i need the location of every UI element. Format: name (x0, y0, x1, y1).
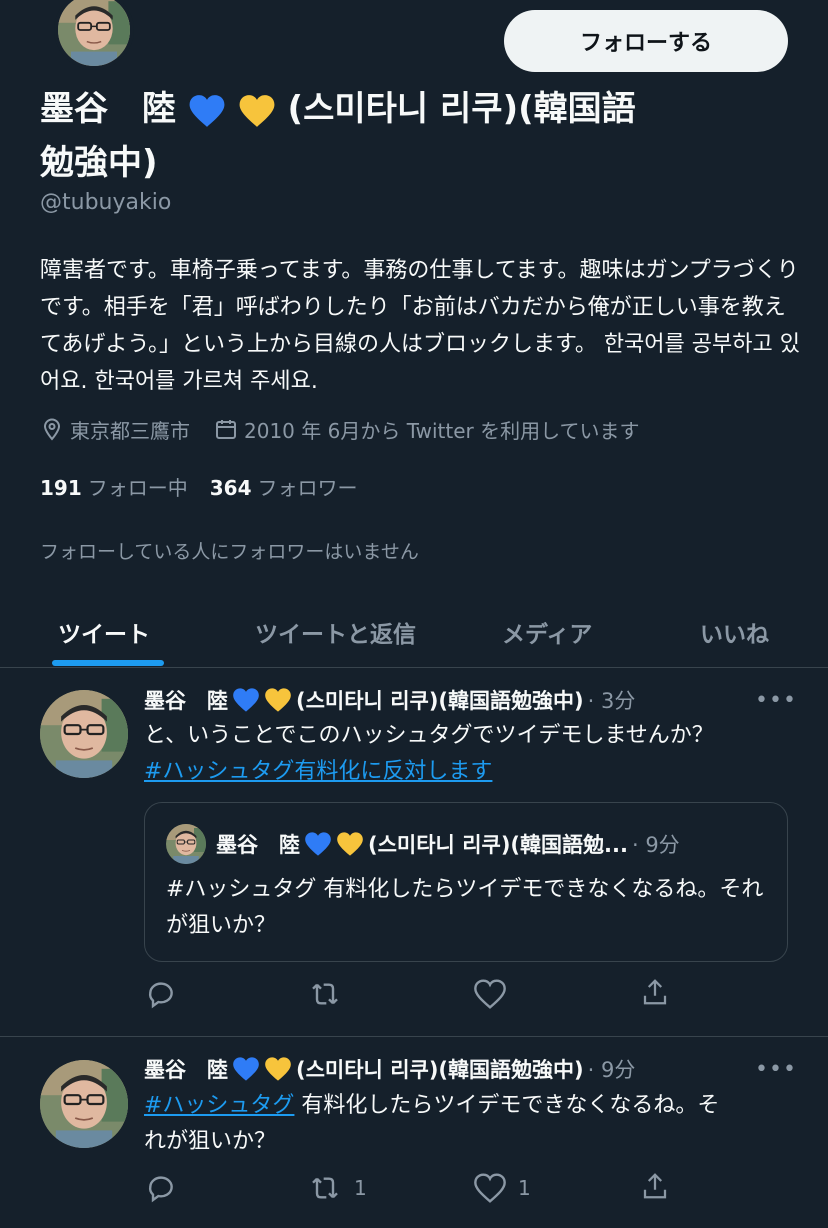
blue-heart-icon (233, 1057, 259, 1081)
tweet-text-segment: 有料化したらツイデモできなくなるね。そ (294, 1093, 720, 1118)
like-count: 1 (518, 1176, 531, 1200)
tab-tweets-and-replies[interactable]: ツイートと返信 (255, 596, 416, 668)
reply-icon (148, 982, 173, 1009)
tweet-timestamp[interactable]: · 3分 (588, 685, 636, 715)
share-button[interactable] (640, 1170, 670, 1202)
tweet-author-name-suffix[interactable]: (스미타니 리쿠)(韓国語勉強中) (296, 1054, 584, 1084)
follow-counts: 191 フォロー中 364 フォロワー (40, 472, 380, 501)
like-icon (474, 1173, 506, 1203)
more-icon[interactable]: ••• (755, 1057, 797, 1082)
profile-tabs: ツイート ツイートと返信 メディア いいね (0, 596, 828, 668)
following-count: 191 (40, 476, 82, 500)
quote-header: 墨谷 陸 (스미타니 리쿠)(韓国語勉... · 9分 (216, 828, 680, 860)
tweet-avatar[interactable] (40, 690, 128, 778)
tweet-text-line: れが狙いか？ (144, 1129, 277, 1154)
hashtag-link[interactable]: #ハッシュタグ (144, 1093, 294, 1118)
tweet-header: 墨谷 陸 (스미타니 리쿠)(韓国語勉強中) · 9分 (144, 1053, 635, 1085)
like-icon (474, 979, 506, 1009)
yellow-heart-icon (337, 832, 363, 856)
retweet-count: 1 (354, 1176, 367, 1200)
yellow-heart-icon (265, 688, 291, 712)
share-icon (643, 979, 667, 1005)
quote-author-name-suffix: (스미타니 리쿠)(韓国語勉... (368, 833, 628, 857)
more-icon[interactable]: ••• (755, 688, 797, 713)
followers-label: フォロワー (257, 476, 358, 500)
quote-text: #ハッシュタグ 有料化したらツイデモできなくなるね。それが狙いか？ (166, 877, 764, 938)
tweet-text-line: と、いうことでこのハッシュタグでツイデモしませんか？ (144, 723, 714, 748)
name-part-2: (스미타니 리쿠)(韓国語 (287, 89, 636, 129)
calendar-icon (216, 420, 236, 439)
followers-count: 364 (209, 476, 252, 500)
yellow-heart-icon (265, 1057, 291, 1081)
reply-icon (148, 1176, 173, 1203)
tab-media[interactable]: メディア (502, 596, 592, 668)
share-button[interactable] (640, 976, 670, 1008)
tweet-header: 墨谷 陸 (스미타니 리쿠)(韓国語勉強中) · 3分 (144, 684, 635, 716)
retweet-button[interactable] (308, 978, 354, 1010)
profile-handle: @tubuyakio (40, 190, 172, 215)
follow-button[interactable]: フォローする (504, 10, 788, 72)
tweet-divider (0, 1036, 828, 1037)
following-label: フォロー中 (87, 476, 188, 500)
profile-joined: 2010 年 6月から Twitter を利用しています (244, 418, 640, 443)
profile-meta: 東京都三鷹市 2010 年 6月から Twitter を利用しています (40, 414, 663, 444)
no-common-followers: フォローしている人にフォロワーはいません (40, 541, 419, 563)
profile-display-name: 墨谷 陸 (스미타니 리쿠)(韓国語 勉強中) (40, 82, 760, 190)
tweet-text: と、いうことでこのハッシュタグでツイデモしませんか？ #ハッシュタグ有料化に反対… (144, 718, 804, 790)
quote-author-name: 墨谷 陸 (216, 833, 300, 857)
retweet-icon (312, 1177, 338, 1199)
blue-heart-icon (233, 688, 259, 712)
hashtag-link[interactable]: #ハッシュタグ有料化に反対します (144, 759, 492, 784)
blue-heart-icon (189, 94, 225, 127)
quote-timestamp: · 9分 (631, 833, 680, 857)
tab-tweets[interactable]: ツイート (58, 596, 150, 668)
retweet-button[interactable]: 1 (308, 1172, 367, 1204)
location-icon (43, 418, 61, 441)
following-link[interactable]: 191 フォロー中 (40, 472, 188, 501)
tweet-author-name[interactable]: 墨谷 陸 (144, 1054, 228, 1084)
tweet-avatar[interactable] (40, 1060, 128, 1148)
name-part-3: 勉強中) (40, 143, 158, 183)
tab-likes[interactable]: いいね (700, 596, 769, 668)
retweet-icon (312, 983, 338, 1005)
profile-bio: 障害者です。車椅子乗ってます。事務の仕事してます。趣味はガンプラづくりです。相手… (40, 258, 800, 394)
tweet-timestamp[interactable]: · 9分 (588, 1054, 636, 1084)
blue-heart-icon (305, 832, 331, 856)
name-part-1: 墨谷 陸 (40, 89, 176, 129)
tweet-author-name[interactable]: 墨谷 陸 (144, 685, 228, 715)
reply-button[interactable] (145, 1172, 177, 1204)
active-tab-indicator (52, 660, 164, 666)
tweet-author-name-suffix[interactable]: (스미타니 리쿠)(韓国語勉強中) (296, 685, 584, 715)
like-button[interactable] (474, 978, 518, 1010)
yellow-heart-icon (239, 94, 275, 127)
followers-link[interactable]: 364 フォロワー (210, 472, 358, 501)
like-button[interactable]: 1 (474, 1172, 531, 1204)
share-icon (643, 1173, 667, 1199)
profile-location: 東京都三鷹市 (70, 418, 190, 443)
quote-avatar (166, 824, 206, 864)
tweet-text: #ハッシュタグ 有料化したらツイデモできなくなるね。そ れが狙いか？ (144, 1088, 804, 1160)
profile-avatar[interactable] (54, 0, 134, 70)
reply-button[interactable] (145, 978, 177, 1010)
